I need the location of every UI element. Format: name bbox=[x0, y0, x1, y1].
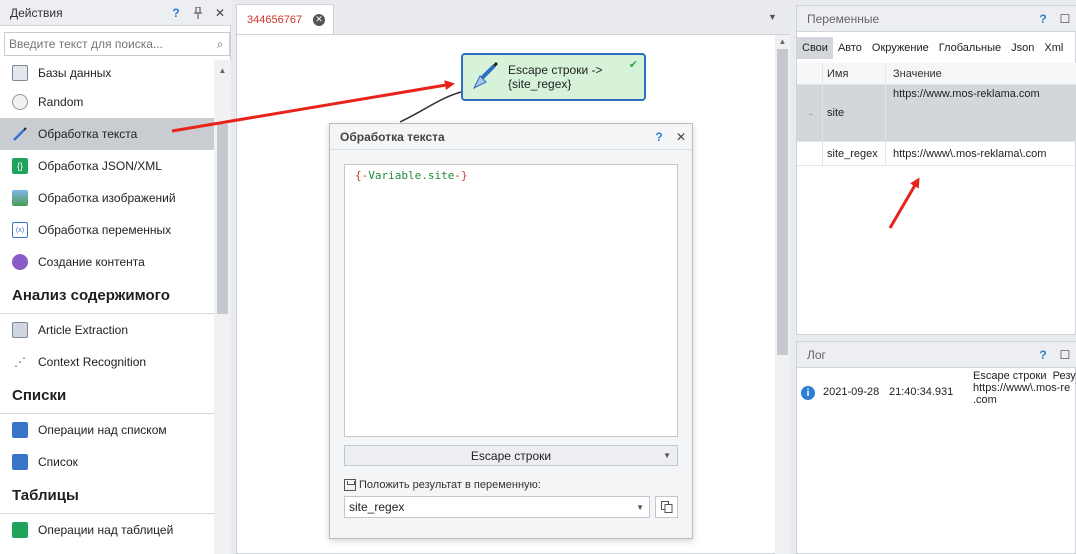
dialog-header: Обработка текста ? ✕ bbox=[330, 124, 692, 150]
list-icon bbox=[12, 454, 28, 470]
help-icon[interactable]: ? bbox=[1032, 344, 1054, 366]
variables-panel: Переменные ? ☐ Свои Авто Окружение Глоба… bbox=[796, 5, 1076, 335]
search-icon[interactable]: ⌕ bbox=[211, 37, 229, 52]
save-result-label: Положить результат в переменную: bbox=[344, 479, 541, 491]
pin-icon[interactable] bbox=[187, 2, 209, 24]
text-editor[interactable]: {-Variable.site-} bbox=[344, 164, 678, 437]
variables-panel-title: Переменные bbox=[807, 11, 880, 26]
log-time: 21:40:34.931 bbox=[889, 386, 954, 398]
variables-tabs: Свои Авто Окружение Глобальные Json Xml bbox=[797, 37, 1068, 59]
tree-item-json-xml[interactable]: {} Обработка JSON/XML bbox=[0, 150, 214, 182]
log-date: 2021-09-28 bbox=[823, 386, 880, 398]
section-analysis: Анализ содержимого bbox=[0, 278, 214, 314]
tree-item-text-processing[interactable]: Обработка текста bbox=[0, 118, 214, 150]
column-name[interactable]: Имя bbox=[823, 63, 886, 84]
close-icon[interactable]: ✕ bbox=[209, 2, 231, 24]
tree-item-images[interactable]: Обработка изображений bbox=[0, 182, 214, 214]
list-ops-icon bbox=[12, 422, 28, 438]
tree-item-variables[interactable]: (x) Обработка переменных bbox=[0, 214, 214, 246]
save-icon bbox=[344, 479, 356, 491]
tab-json[interactable]: Json bbox=[1006, 37, 1039, 59]
scroll-up-icon[interactable]: ▲ bbox=[214, 66, 231, 75]
image-icon bbox=[12, 190, 28, 206]
dialog-title: Обработка текста bbox=[340, 129, 445, 144]
scroll-up-icon[interactable]: ▲ bbox=[775, 37, 790, 46]
copy-icon bbox=[660, 501, 672, 513]
tree-item-list[interactable]: Список bbox=[0, 446, 214, 478]
variable-value[interactable]: https://www.mos-reklama.com bbox=[886, 85, 1076, 141]
table-row[interactable]: site_regex https://www\.mos-reklama\.com bbox=[797, 142, 1076, 166]
actions-scrollbar[interactable]: ▲ bbox=[214, 60, 231, 554]
actions-search[interactable]: ⌕ bbox=[4, 32, 230, 56]
info-icon: i bbox=[801, 386, 815, 400]
section-tables: Таблицы bbox=[0, 478, 214, 514]
result-variable-select[interactable]: site_regex ▼ bbox=[344, 496, 650, 518]
log-message: Escape строки Резу https://www\.mos-re .… bbox=[973, 370, 1076, 406]
variable-icon: (x) bbox=[12, 222, 28, 238]
context-icon: ⋰ bbox=[14, 355, 26, 369]
log-panel-header: Лог ? ☐ bbox=[797, 342, 1076, 368]
tab-auto[interactable]: Авто bbox=[833, 37, 867, 59]
chevron-down-icon[interactable]: ▼ bbox=[636, 503, 644, 512]
tree-item-context-recognition[interactable]: ⋰ Context Recognition bbox=[0, 346, 214, 378]
chevron-down-icon[interactable]: ▼ bbox=[768, 12, 777, 22]
check-icon: ✔ bbox=[628, 59, 638, 71]
tree-item-databases[interactable]: Базы данных bbox=[0, 60, 214, 86]
node-label: Escape строки -> {site_regex} bbox=[508, 63, 603, 91]
help-icon[interactable]: ? bbox=[165, 2, 187, 24]
json-icon: {} bbox=[12, 158, 28, 174]
search-input[interactable] bbox=[5, 34, 211, 54]
operation-select[interactable]: Escape строки ▼ bbox=[344, 445, 678, 466]
maximize-icon[interactable]: ☐ bbox=[1054, 344, 1076, 366]
tab-label: 344656767 bbox=[247, 13, 303, 26]
table-row[interactable]: → site https://www.mos-reklama.com bbox=[797, 85, 1076, 142]
variables-panel-header: Переменные ? ☐ bbox=[797, 6, 1076, 32]
pen-icon bbox=[12, 126, 28, 142]
article-icon bbox=[12, 322, 28, 338]
dice-icon bbox=[12, 94, 28, 110]
tree-item-list-operations[interactable]: Операции над списком bbox=[0, 414, 214, 446]
actions-panel-header: Действия ? ✕ bbox=[0, 0, 231, 26]
variable-name[interactable]: site bbox=[823, 85, 886, 141]
tab-global[interactable]: Глобальные bbox=[934, 37, 1006, 59]
database-icon bbox=[12, 65, 28, 81]
grid-header: Имя Значение bbox=[797, 63, 1076, 85]
tree-item-table-operations[interactable]: Операции над таблицей bbox=[0, 514, 214, 546]
canvas-scrollbar[interactable]: ▲ bbox=[775, 35, 790, 554]
pen-icon bbox=[470, 61, 500, 92]
chevron-down-icon[interactable]: ▼ bbox=[663, 451, 671, 460]
variables-grid: Имя Значение → site https://www.mos-rekl… bbox=[797, 63, 1076, 166]
log-panel: Лог ? ☐ i 2021-09-28 21:40:34.931 Escape… bbox=[796, 341, 1076, 554]
tree-item-content[interactable]: Создание контента bbox=[0, 246, 214, 278]
content-icon bbox=[12, 254, 28, 270]
actions-panel-title: Действия bbox=[10, 5, 63, 20]
tab-environment[interactable]: Окружение bbox=[867, 37, 934, 59]
log-entry[interactable]: i 2021-09-28 21:40:34.931 Escape строки … bbox=[801, 370, 1076, 406]
close-icon[interactable]: ✕ bbox=[670, 126, 692, 148]
scrollbar-thumb[interactable] bbox=[217, 124, 228, 314]
action-node-escape[interactable]: Escape строки -> {site_regex} ✔ bbox=[461, 53, 646, 101]
help-icon[interactable]: ? bbox=[1032, 8, 1054, 30]
section-lists: Списки bbox=[0, 378, 214, 414]
variable-value[interactable]: https://www\.mos-reklama\.com bbox=[886, 142, 1076, 165]
help-icon[interactable]: ? bbox=[648, 126, 670, 148]
scrollbar-thumb[interactable] bbox=[777, 49, 788, 355]
row-indicator-icon: → bbox=[797, 85, 823, 141]
tab-project[interactable]: 344656767 ✕ bbox=[236, 4, 334, 34]
column-value[interactable]: Значение bbox=[886, 63, 1076, 84]
tab-close-icon[interactable]: ✕ bbox=[313, 13, 325, 26]
maximize-icon[interactable]: ☐ bbox=[1054, 8, 1076, 30]
text-processing-dialog: Обработка текста ? ✕ {-Variable.site-} E… bbox=[329, 123, 693, 539]
variable-name[interactable]: site_regex bbox=[823, 142, 886, 165]
copy-button[interactable] bbox=[655, 496, 678, 518]
tab-own[interactable]: Свои bbox=[797, 37, 833, 59]
tree-item-article-extraction[interactable]: Article Extraction bbox=[0, 314, 214, 346]
tree-item-random[interactable]: Random bbox=[0, 86, 214, 118]
table-ops-icon bbox=[12, 522, 28, 538]
tab-xml[interactable]: Xml bbox=[1039, 37, 1068, 59]
actions-panel: Действия ? ✕ ⌕ Базы данных Random Обрабо… bbox=[0, 0, 231, 554]
project-tabs: 344656767 ✕ bbox=[236, 4, 789, 34]
log-panel-title: Лог bbox=[807, 347, 826, 362]
actions-tree: Базы данных Random Обработка текста {} О… bbox=[0, 60, 214, 554]
